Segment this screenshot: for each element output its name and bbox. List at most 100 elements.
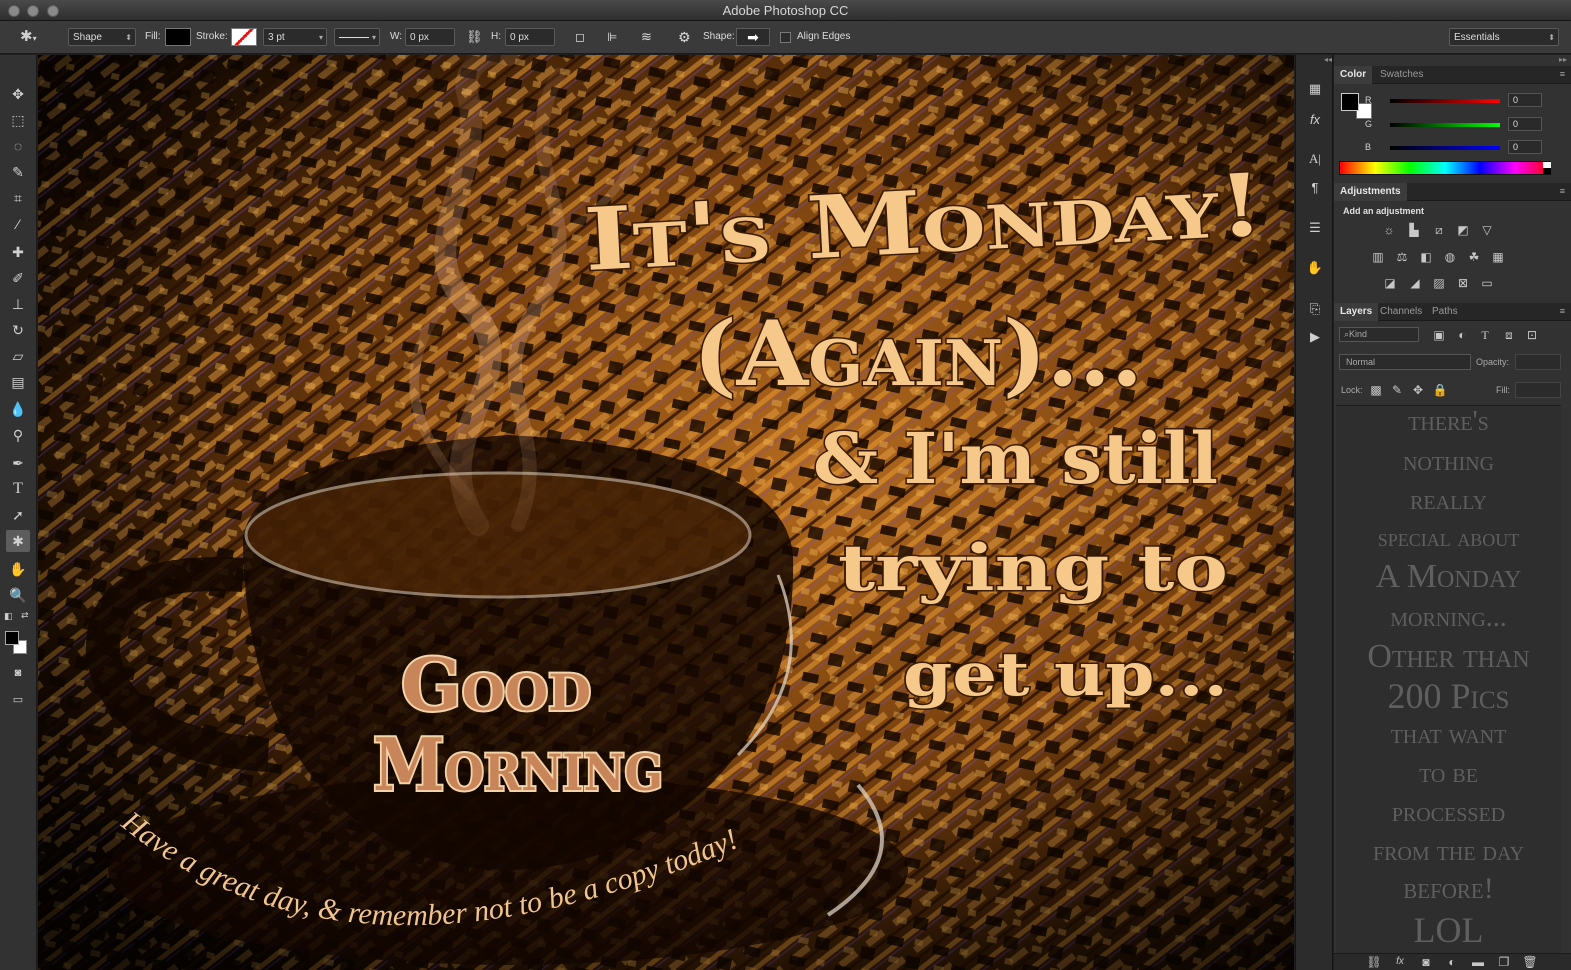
tab-channels[interactable]: Channels [1374, 303, 1428, 321]
type-tool-icon[interactable]: T [6, 478, 30, 500]
actions-play-icon[interactable]: ▶ [1305, 327, 1325, 347]
posterize-icon[interactable]: ◢ [1407, 276, 1423, 290]
new-layer-icon[interactable]: ❐ [1496, 955, 1512, 969]
fill-field[interactable] [1515, 382, 1561, 398]
color-balance-icon[interactable]: ⚖ [1394, 250, 1410, 264]
layers-list[interactable]: there's nothing really special about A Monda… [1336, 405, 1561, 953]
zoom-tool-icon[interactable]: 🔍 [6, 584, 30, 606]
history-brush-tool-icon[interactable]: ↻ [6, 319, 30, 341]
lasso-tool-icon[interactable]: ◌ [6, 135, 30, 157]
blur-tool-icon[interactable]: 💧 [6, 398, 30, 420]
width-field[interactable]: 0 px [405, 28, 455, 46]
add-mask-icon[interactable]: ◙ [1418, 955, 1434, 969]
pen-tool-icon[interactable]: ✒ [6, 452, 30, 474]
filter-shape-icon[interactable]: ⧈ [1501, 328, 1517, 342]
stroke-swatch[interactable] [231, 28, 257, 46]
fill-swatch[interactable] [165, 28, 191, 46]
character-panel-icon[interactable]: A| [1305, 149, 1325, 169]
filter-adjustment-icon[interactable]: ◐ [1454, 328, 1470, 342]
tab-swatches[interactable]: Swatches [1374, 66, 1429, 84]
brush-tool-icon[interactable]: ✐ [6, 267, 30, 289]
red-slider[interactable] [1390, 99, 1500, 103]
blue-value-field[interactable]: 0 [1508, 140, 1542, 154]
new-group-icon[interactable]: ▬ [1470, 955, 1486, 969]
green-slider[interactable] [1390, 123, 1500, 127]
foreground-color-swatch[interactable] [5, 631, 19, 645]
spectrum-black-chip[interactable] [1543, 168, 1551, 174]
lock-transparent-icon[interactable]: ▩ [1368, 383, 1384, 397]
invert-icon[interactable]: ◪ [1382, 276, 1398, 290]
crop-tool-icon[interactable]: ⌗ [6, 187, 30, 209]
gradient-tool-icon[interactable]: ▤ [6, 371, 30, 393]
dodge-tool-icon[interactable]: ⚲ [6, 424, 30, 446]
swap-colors-icon[interactable]: ⇄ [21, 610, 29, 621]
link-icon[interactable]: ⛓ [466, 28, 483, 46]
path-alignment-icon[interactable]: ⊫ [607, 28, 617, 46]
filter-smart-object-icon[interactable]: ⊡ [1524, 328, 1540, 342]
screen-mode-icon[interactable]: ▭ [6, 688, 30, 710]
filter-pixel-icon[interactable]: ▣ [1431, 328, 1447, 342]
tool-presets-panel-icon[interactable]: ✋ [1305, 258, 1325, 278]
gradient-map-icon[interactable]: ▭ [1479, 276, 1495, 290]
paragraph-panel-icon[interactable]: ¶ [1305, 177, 1325, 197]
brightness-contrast-icon[interactable]: ☼ [1381, 223, 1397, 237]
tab-adjustments[interactable]: Adjustments [1334, 183, 1407, 201]
filter-type-icon[interactable]: T [1477, 328, 1493, 342]
clone-stamp-tool-icon[interactable]: ⊥ [6, 293, 30, 315]
adjustments-menu-icon[interactable]: ≡ [1560, 186, 1565, 196]
document-canvas[interactable]: It's Monday! (Again)... & I'm still tryi… [38, 55, 1294, 970]
custom-shape-tool-preset-icon[interactable]: ✱▾ [20, 28, 54, 46]
marquee-tool-icon[interactable]: ⬚ [6, 109, 30, 131]
path-arrangement-icon[interactable]: ≋ [641, 28, 652, 46]
photo-filter-icon[interactable]: ◍ [1442, 250, 1458, 264]
styles-panel-icon[interactable]: fx [1305, 109, 1325, 129]
history-panel-icon[interactable]: ▦ [1305, 79, 1325, 99]
collapse-panels-button[interactable]: ▸▸ [1334, 55, 1571, 65]
gear-icon[interactable]: ⚙ [678, 28, 691, 46]
stroke-type-dropdown[interactable]: ▾ [334, 28, 380, 46]
hand-tool-icon[interactable]: ✋ [6, 558, 30, 580]
lock-image-icon[interactable]: ✎ [1389, 383, 1405, 397]
color-spectrum-ramp[interactable] [1339, 161, 1551, 175]
default-colors-icon[interactable]: ◧ [4, 611, 13, 622]
threshold-icon[interactable]: ▨ [1431, 276, 1447, 290]
quick-selection-tool-icon[interactable]: ✎ [6, 161, 30, 183]
color-panel-menu-icon[interactable]: ≡ [1560, 69, 1565, 79]
layer-filter-dropdown[interactable]: ⌕Kind [1339, 327, 1419, 342]
lock-all-icon[interactable]: 🔒 [1432, 383, 1448, 397]
red-value-field[interactable]: 0 [1508, 93, 1542, 107]
properties-panel-icon[interactable]: ☰ [1305, 218, 1325, 238]
green-value-field[interactable]: 0 [1508, 117, 1542, 131]
tab-layers[interactable]: Layers [1334, 303, 1379, 321]
quick-mask-icon[interactable]: ◙ [6, 662, 30, 684]
vibrance-icon[interactable]: ▽ [1479, 223, 1495, 237]
color-lookup-icon[interactable]: ▦ [1490, 250, 1506, 264]
collapse-icons-button[interactable]: ◂◂ [1296, 55, 1332, 65]
delete-layer-icon[interactable]: 🗑 [1522, 955, 1538, 969]
eraser-tool-icon[interactable]: ▱ [6, 345, 30, 367]
link-layers-icon[interactable]: ⛓ [1366, 955, 1382, 969]
exposure-icon[interactable]: ◩ [1455, 223, 1471, 237]
tab-paths[interactable]: Paths [1426, 303, 1464, 321]
shape-picker[interactable]: ➡ [736, 28, 770, 46]
brush-presets-icon[interactable]: ⎘ [1305, 299, 1325, 319]
layer-style-icon[interactable]: fx [1392, 955, 1408, 969]
lock-position-icon[interactable]: ✥ [1410, 383, 1426, 397]
channel-mixer-icon[interactable]: ☘ [1466, 250, 1482, 264]
height-field[interactable]: 0 px [505, 28, 555, 46]
levels-icon[interactable]: ▙ [1406, 223, 1422, 237]
hue-saturation-icon[interactable]: ▥ [1370, 250, 1386, 264]
new-adjustment-layer-icon[interactable]: ◐ [1444, 955, 1460, 969]
black-white-icon[interactable]: ◧ [1418, 250, 1434, 264]
layers-menu-icon[interactable]: ≡ [1560, 306, 1565, 316]
blend-mode-dropdown[interactable]: Normal [1339, 354, 1471, 370]
custom-shape-tool-icon[interactable]: ✱ [6, 530, 30, 552]
move-tool-icon[interactable]: ✥ [6, 83, 30, 105]
stroke-size-field[interactable]: 3 pt ▾ [263, 28, 327, 46]
align-edges-checkbox[interactable] [780, 32, 791, 43]
eyedropper-tool-icon[interactable]: ⁄ [6, 213, 30, 235]
curves-icon[interactable]: ⧄ [1431, 223, 1447, 237]
selective-color-icon[interactable]: ⊠ [1455, 276, 1471, 290]
healing-brush-tool-icon[interactable]: ✚ [6, 241, 30, 263]
opacity-field[interactable] [1515, 354, 1561, 370]
